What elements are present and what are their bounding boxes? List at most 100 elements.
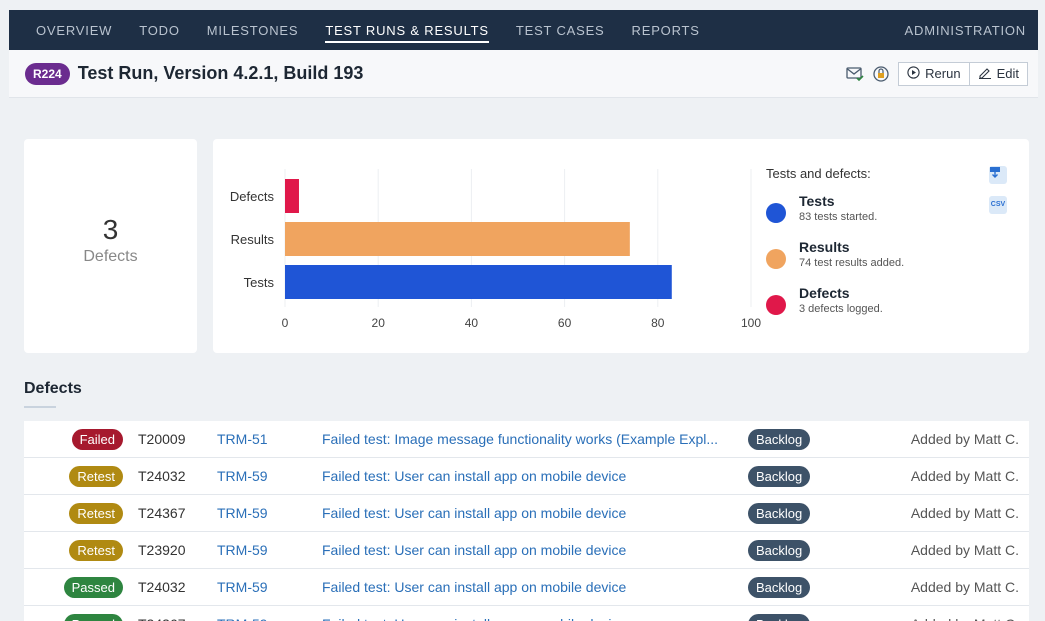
added-by: Added by Matt C. [910,579,1019,595]
bar-chart: Defects Results Tests 0 20 40 60 80 100 [230,169,761,330]
added-by: Added by Matt C. [910,431,1019,447]
legend-name-defects: Defects [799,285,850,301]
nav-administration[interactable]: ADMINISTRATION [905,10,1026,50]
legend-desc-tests: 83 tests started. [799,211,878,223]
section-underline [24,406,56,408]
nav-todo[interactable]: TODO [139,10,180,50]
legend-dot-results [766,249,786,269]
issue-link[interactable]: TRM-59 [217,468,268,484]
issue-link[interactable]: TRM-59 [217,616,268,621]
nav-test-runs-results[interactable]: TEST RUNS & RESULTS [325,10,489,50]
defect-row[interactable]: Retest T24367 TRM-59 Failed test: User can … [24,495,1029,532]
edit-button[interactable]: Edit [969,61,1028,86]
test-id: T23920 [138,542,186,558]
status-badge: Passed [63,613,123,621]
bar-tests [285,265,672,299]
x-tick-label: 0 [282,316,289,330]
test-id: T24032 [138,468,186,484]
status-badge: Retest [69,502,123,524]
action-buttons: Rerun Edit [898,61,1028,86]
test-id: T24032 [138,579,186,595]
rerun-button[interactable]: Rerun [898,61,970,86]
pencil-icon [978,66,992,82]
defects-list: Failed T20009 TRM-51 Failed test: Image mes… [24,421,1029,621]
run-id-badge: R224 [25,62,70,85]
test-id: T24367 [138,616,185,621]
defect-title-link[interactable]: Failed test: User can install app on mob… [322,616,732,621]
state-badge: Backlog [748,613,811,621]
status-badge: Failed [71,428,123,450]
x-tick-label: 80 [651,316,665,330]
legend-name-results: Results [799,239,850,255]
defects-summary-card: 3 Defects [24,139,197,353]
header-actions: Rerun Edit [846,61,1028,86]
rerun-label: Rerun [925,66,961,81]
legend-item-results: Results 74 test results added. [766,239,936,277]
defect-title-link[interactable]: Failed test: User can install app on mob… [322,579,732,595]
export-icons: CSV [989,166,1007,214]
email-icon[interactable] [846,65,864,83]
status-badge: Retest [69,539,123,561]
defects-count-label: Defects [83,248,138,265]
bar-defects [285,179,299,213]
tests-defects-chart-card: Defects Results Tests 0 20 40 60 80 100 Tests an… [213,139,1029,353]
status-badge: Retest [69,465,123,487]
issue-link[interactable]: TRM-59 [217,579,268,595]
legend-dot-tests [766,203,786,223]
issue-link[interactable]: TRM-59 [217,505,268,521]
page-title: Test Run, Version 4.2.1, Build 193 [77,63,364,83]
test-id: T24367 [138,505,186,521]
nav-test-cases[interactable]: TEST CASES [516,10,605,50]
defects-count: 3 [102,214,119,245]
category-label-results: Results [231,232,275,247]
defect-row[interactable]: Retest T23920 TRM-59 Failed test: User can … [24,532,1029,569]
defects-section-title: Defects [24,380,82,397]
defect-row[interactable]: Passed T24367 TRM-59 Failed test: User can … [24,606,1029,621]
edit-label: Edit [996,66,1019,81]
defect-title-link[interactable]: Failed test: User can install app on mob… [322,542,732,558]
chart-legend: Tests and defects: Tests 83 tests starte… [766,166,936,331]
state-badge: Backlog [748,576,811,598]
category-label-tests: Tests [244,275,275,290]
added-by: Added by Matt C. [910,468,1019,484]
defect-title-link[interactable]: Failed test: Image message functionality… [322,431,732,447]
page-header: R224 Test Run, Version 4.2.1, Build 193 … [9,50,1038,98]
legend-dot-defects [766,295,786,315]
lock-icon[interactable] [872,65,890,83]
x-tick-label: 100 [741,316,761,330]
x-tick-label: 20 [372,316,386,330]
issue-link[interactable]: TRM-59 [217,542,268,558]
state-badge: Backlog [748,428,811,450]
legend-desc-defects: 3 defects logged. [799,303,883,315]
added-by: Added by Matt C. [910,505,1019,521]
added-by: Added by Matt C. [910,542,1019,558]
play-icon [907,65,920,82]
legend-desc-results: 74 test results added. [799,257,905,269]
state-badge: Backlog [748,502,811,524]
legend-item-tests: Tests 83 tests started. [766,193,936,231]
legend-name-tests: Tests [799,193,835,209]
defect-row[interactable]: Passed T24032 TRM-59 Failed test: User can … [24,569,1029,606]
defect-title-link[interactable]: Failed test: User can install app on mob… [322,468,732,484]
legend-item-defects: Defects 3 defects logged. [766,285,936,323]
csv-label: CSV [990,201,1006,208]
download-image-icon[interactable] [989,166,1007,184]
test-id: T20009 [138,431,186,447]
defect-row[interactable]: Retest T24032 TRM-59 Failed test: User can … [24,458,1029,495]
state-badge: Backlog [748,465,811,487]
category-label-defects: Defects [230,189,275,204]
x-tick-label: 40 [465,316,479,330]
state-badge: Backlog [748,539,811,561]
issue-link[interactable]: TRM-51 [217,431,268,447]
download-csv-icon[interactable]: CSV [989,196,1007,214]
defect-title-link[interactable]: Failed test: User can install app on mob… [322,505,732,521]
legend-title: Tests and defects: [766,166,871,181]
top-navigation: OVERVIEW TODO MILESTONES TEST RUNS & RES… [9,10,1038,50]
nav-overview[interactable]: OVERVIEW [36,10,112,50]
status-badge: Passed [63,576,123,598]
nav-milestones[interactable]: MILESTONES [207,10,299,50]
defect-row[interactable]: Failed T20009 TRM-51 Failed test: Image mes… [24,421,1029,458]
x-tick-label: 60 [558,316,572,330]
added-by: Added by Matt C. [911,616,1019,621]
nav-reports[interactable]: REPORTS [632,10,700,50]
